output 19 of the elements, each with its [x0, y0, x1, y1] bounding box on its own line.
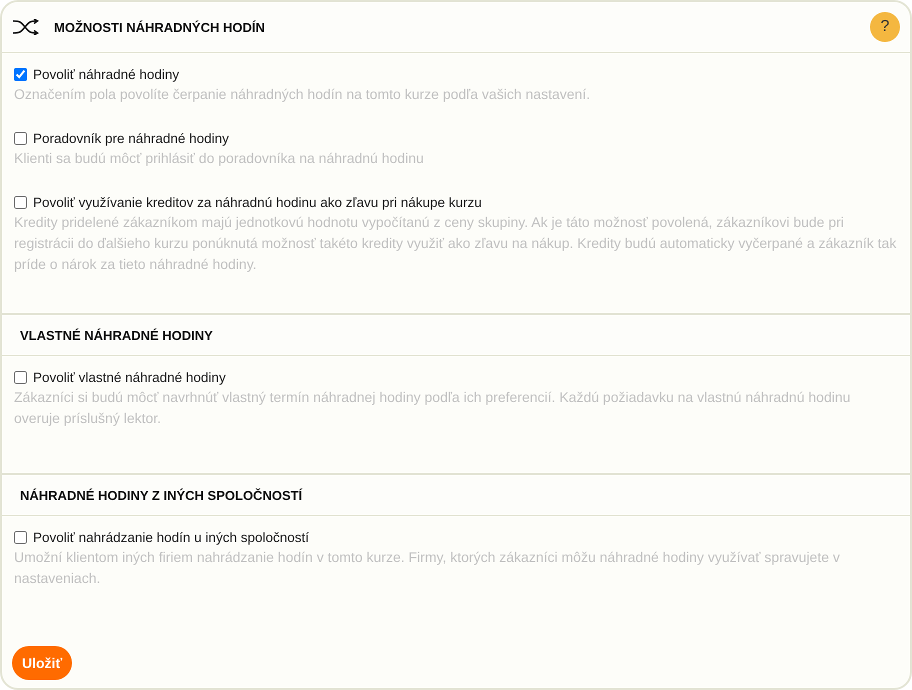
option-label: Povoliť nahrádzanie hodín u iných spoločností	[33, 530, 309, 545]
option-label: Povoliť náhradné hodiny	[33, 67, 180, 82]
option-label: Poradovník pre náhradné hodiny	[33, 131, 229, 146]
option-label: Povoliť vlastné náhradné hodiny	[33, 370, 226, 385]
section-title: VLASTNÉ NÁHRADNÉ HODINY	[20, 328, 213, 342]
option-description: Klienti sa budú môcť prihlásiť do poradovníka na náhradnú hodinu	[14, 149, 425, 168]
checkbox[interactable]	[14, 68, 27, 81]
section-title: NÁHRADNÉ HODINY Z INÝCH SPOLOČNOSTÍ	[20, 488, 302, 502]
checkbox[interactable]	[14, 132, 27, 145]
checkbox[interactable]	[14, 371, 27, 384]
option-description: Kredity pridelené zákazníkom majú jednotkovú hodnotu vypočítanú z ceny skupiny. Ak je táto možnosť povolená, zákazníkovi bude pri registrácii do ďalšieho kurzu ponúknutá možnosť takéto kredity využiť ako zľavu na nákup. Kredity budú automaticky vyčerpané a zákazník tak príde o nárok za tieto náhradné hodiny.	[14, 213, 898, 274]
checkbox[interactable]	[14, 196, 27, 209]
section-title: MOŽNOSTI NÁHRADNÝCH HODÍN	[54, 20, 265, 34]
option-description: Zákazníci si budú môcť navrhnúť vlastný termín náhradnej hodiny podľa ich preferencií. Každú požiadavku na vlastnú náhradnú hodinu overuje príslušný lektor.	[14, 388, 852, 428]
option-description: Umožní klientom iných firiem nahrádzanie hodín v tomto kurze. Firmy, ktorých zákazníci môžu náhradné hodiny využívať spravujete v nastaveniach.	[14, 548, 841, 588]
option-label: Povoliť využívanie kreditov za náhradnú hodinu ako zľavu pri nákupe kurzu	[33, 195, 482, 210]
help-button[interactable]: ?	[870, 12, 900, 42]
checkbox[interactable]	[14, 531, 27, 544]
option-description: Označením pola povolíte čerpanie náhradných hodín na tomto kurze podľa vašich nastavení.	[14, 85, 592, 104]
